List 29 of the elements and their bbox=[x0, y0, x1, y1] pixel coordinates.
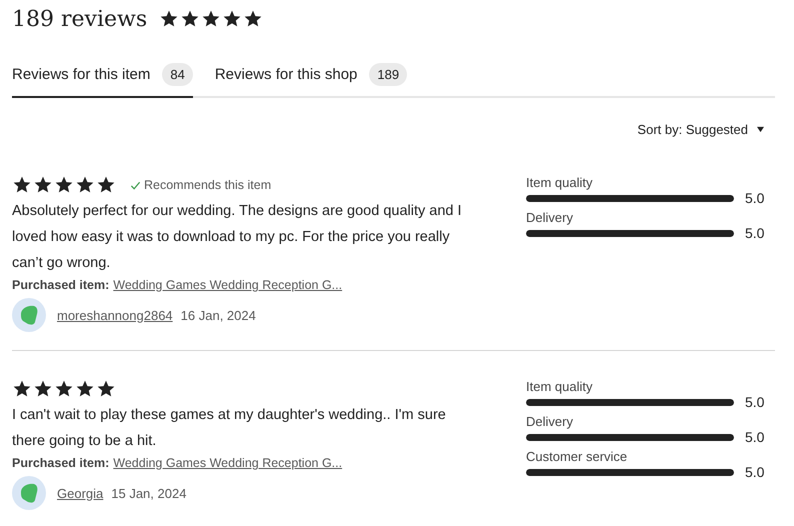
purchased-label: Purchased item: bbox=[12, 278, 110, 292]
avatar-icon bbox=[12, 476, 46, 510]
rating-label: Item quality bbox=[526, 175, 594, 190]
reviews-title: 189 reviews bbox=[12, 6, 148, 32]
rating-label: Item quality bbox=[526, 379, 594, 394]
recommendation-text: Recommends this item bbox=[144, 178, 272, 192]
rating-label: Delivery bbox=[526, 414, 574, 429]
review-date: 16 Jan, 2024 bbox=[180, 308, 256, 322]
sort-dropdown[interactable]: Sort by: Suggested bbox=[637, 119, 765, 139]
caret-icon bbox=[756, 126, 765, 132]
tab[interactable]: Reviews for this shop 189 bbox=[214, 59, 408, 98]
review-text: Absolutely perfect for our wedding. The designs are good quality and I loved how easy it was to download to my pc. For the price you really can’t go wrong. bbox=[12, 202, 463, 273]
purchased-item-link[interactable]: Wedding Games Wedding Reception G... bbox=[113, 456, 342, 470]
purchased-item-link[interactable]: Wedding Games Wedding Reception G... bbox=[113, 278, 342, 292]
rating-label: Customer service bbox=[526, 449, 628, 464]
author-link[interactable]: moreshannong2864 bbox=[57, 308, 173, 322]
review-date: 15 Jan, 2024 bbox=[111, 486, 186, 500]
rating-label: Delivery bbox=[526, 210, 574, 225]
author-link[interactable]: Georgia bbox=[57, 486, 104, 500]
rating-value: 5.0 bbox=[745, 225, 764, 241]
review-text: I can't wait to play these games at my daughter's wedding.. I'm sure there going to be a hit. bbox=[12, 406, 447, 451]
rating-value: 5.0 bbox=[745, 464, 764, 480]
check-icon bbox=[130, 180, 141, 190]
rating-value: 5.0 bbox=[745, 429, 764, 445]
tab[interactable]: Reviews for this item 84 bbox=[12, 59, 193, 98]
avatar-icon bbox=[12, 298, 46, 332]
rating-value: 5.0 bbox=[745, 394, 764, 410]
rating-value: 5.0 bbox=[745, 190, 764, 206]
purchased-label: Purchased item: bbox=[12, 456, 110, 470]
